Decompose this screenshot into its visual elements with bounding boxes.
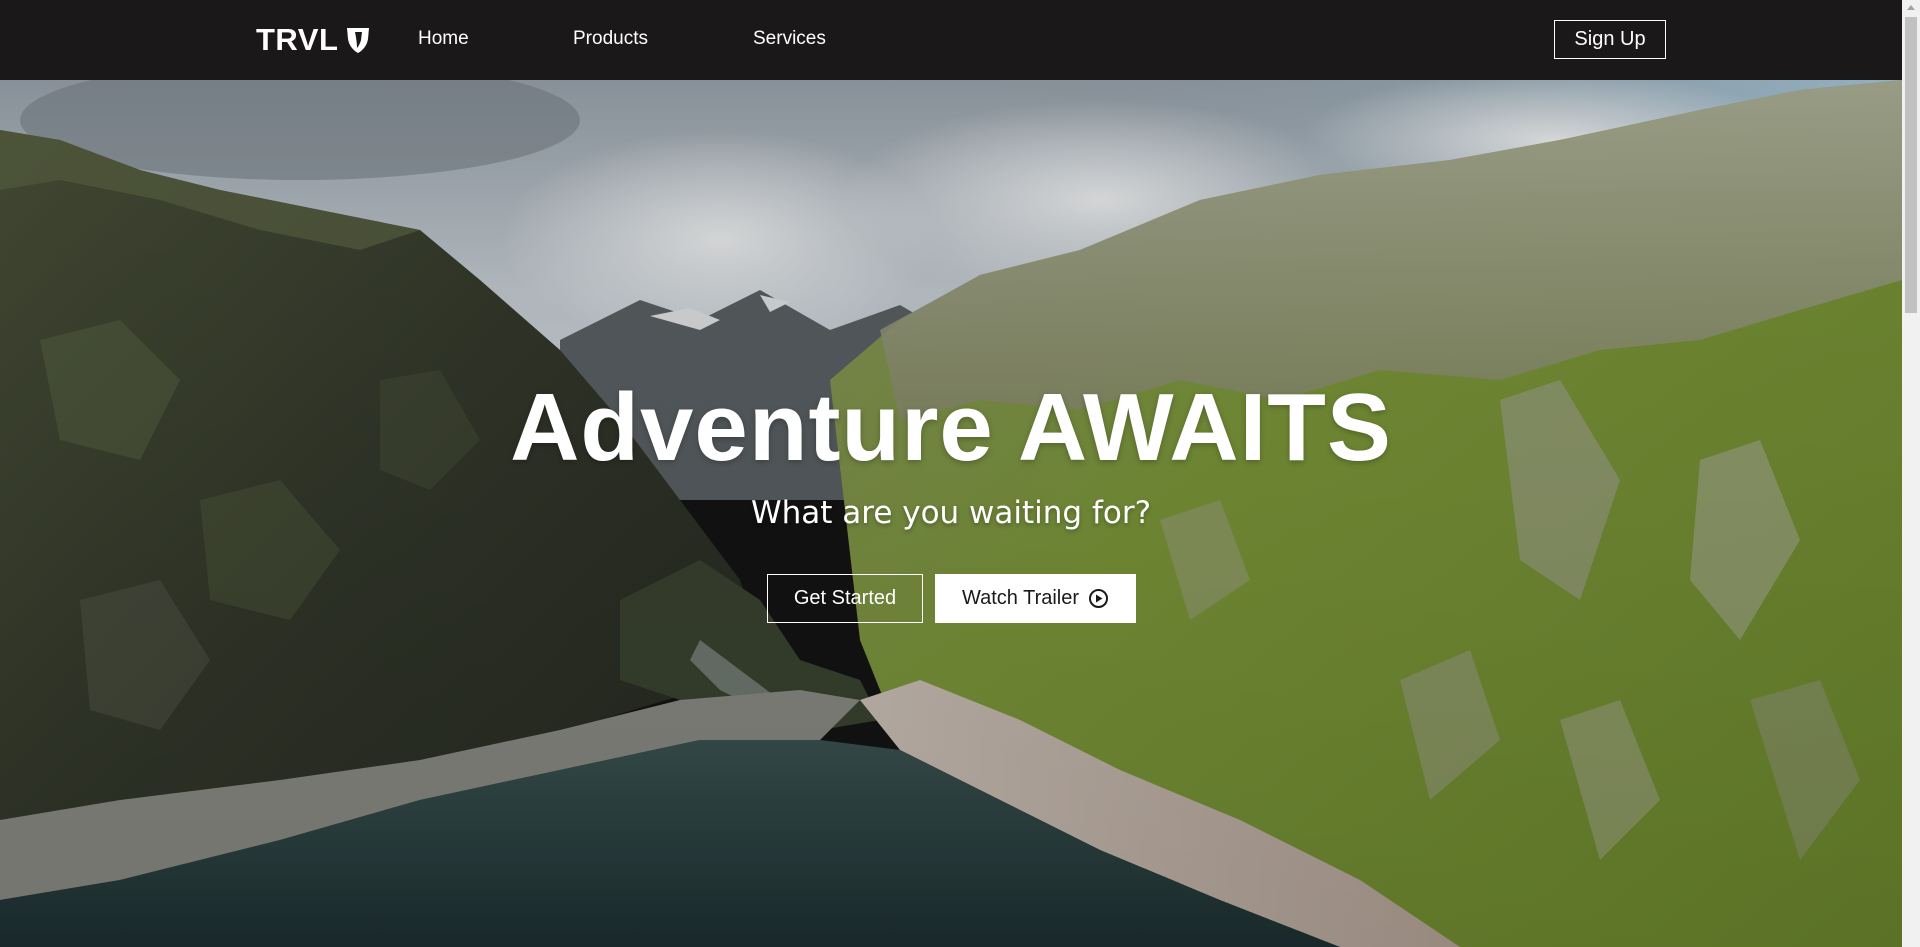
logo-text: TRVL [256,22,339,57]
nav-link-services[interactable]: Services [753,28,826,50]
scroll-up-arrow-icon[interactable] [1907,5,1915,10]
scrollbar-thumb[interactable] [1905,17,1917,313]
get-started-button[interactable]: Get Started [767,574,923,623]
brand-logo[interactable]: TRVL [256,20,372,60]
brand-shield-icon [347,28,370,53]
watch-trailer-button[interactable]: Watch Trailer [935,574,1136,623]
page-scrollbar[interactable] [1902,0,1920,947]
sign-up-button[interactable]: Sign Up [1554,20,1666,59]
watch-trailer-label: Watch Trailer [961,587,1080,609]
page: TRVL Home Products Services Sign Up Adve… [0,0,1920,947]
hero-subtitle: What are you waiting for? [750,495,1152,531]
nav-link-products[interactable]: Products [573,28,648,50]
get-started-label: Get Started [793,587,897,609]
hero-section: Adventure AWAITS What are you waiting fo… [0,80,1902,947]
navbar: TRVL Home Products Services Sign Up [0,0,1902,80]
hero-title: Adventure AWAITS [510,374,1392,481]
play-circle-icon [1089,589,1109,608]
nav-link-home[interactable]: Home [418,28,469,50]
